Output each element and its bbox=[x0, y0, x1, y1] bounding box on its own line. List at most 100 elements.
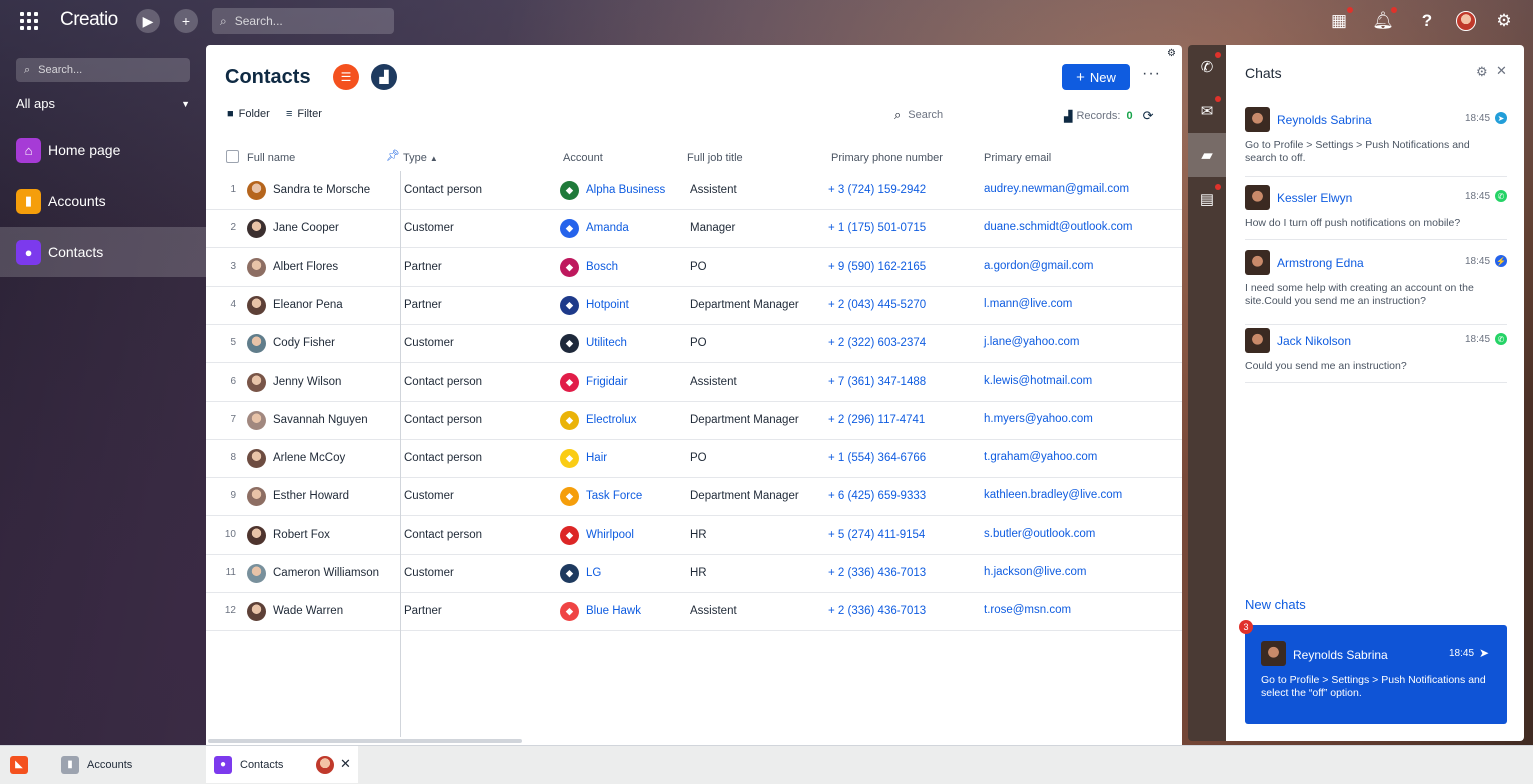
table-row[interactable]: 3 Albert Flores Partner ◆ Bosch PO + 9 (590) 1… bbox=[206, 249, 1182, 287]
chat-list-item[interactable]: Reynolds Sabrina 18:45 ➤ Go to Profile > Se… bbox=[1245, 107, 1507, 177]
sidebar-item-accounts[interactable]: ▮ Accounts bbox=[0, 176, 206, 226]
cell-phone-link[interactable]: + 2 (043) 445-5270 bbox=[828, 299, 926, 311]
cell-account-link[interactable]: Whirlpool bbox=[586, 529, 634, 541]
cell-account-link[interactable]: Utilitech bbox=[586, 337, 627, 349]
cell-email-link[interactable]: kathleen.bradley@live.com bbox=[984, 489, 1122, 501]
cell-job-title[interactable]: PO bbox=[690, 261, 707, 273]
cell-job-title[interactable]: Assistent bbox=[690, 376, 737, 388]
cell-email-link[interactable]: audrey.newman@gmail.com bbox=[984, 183, 1129, 195]
cell-job-title[interactable]: Assistent bbox=[690, 605, 737, 617]
add-button[interactable]: + bbox=[174, 9, 198, 33]
cell-type[interactable]: Partner bbox=[404, 299, 442, 311]
cell-job-title[interactable]: Department Manager bbox=[690, 299, 799, 311]
sidebar-item-home-page[interactable]: ⌂ Home page bbox=[0, 125, 206, 175]
cell-full-name[interactable]: Arlene McCoy bbox=[273, 452, 345, 464]
cell-phone-link[interactable]: + 1 (175) 501-0715 bbox=[828, 222, 926, 234]
cell-full-name[interactable]: Sandra te Morsche bbox=[273, 184, 370, 196]
analytics-view-button[interactable]: ▟ bbox=[371, 64, 397, 90]
table-row[interactable]: 1 Sandra te Morsche Contact person ◆ Alpha B… bbox=[206, 172, 1182, 210]
user-avatar[interactable] bbox=[1456, 11, 1476, 31]
select-all-checkbox[interactable] bbox=[226, 150, 239, 163]
cell-phone-link[interactable]: + 2 (336) 436-7013 bbox=[828, 605, 926, 617]
cell-type[interactable]: Contact person bbox=[404, 184, 482, 196]
cell-job-title[interactable]: PO bbox=[690, 452, 707, 464]
new-button[interactable]: + New bbox=[1062, 64, 1130, 90]
cell-type[interactable]: Customer bbox=[404, 567, 454, 579]
cell-phone-link[interactable]: + 1 (554) 364-6766 bbox=[828, 452, 926, 464]
table-row[interactable]: 12 Wade Warren Partner ◆ Blue Hawk Assistent +… bbox=[206, 593, 1182, 632]
column-header-full-name[interactable]: Full name bbox=[247, 152, 295, 164]
chat-contact-name[interactable]: Armstrong Edna bbox=[1277, 256, 1364, 270]
cell-full-name[interactable]: Wade Warren bbox=[273, 605, 343, 617]
close-icon[interactable]: ✕ bbox=[1496, 63, 1507, 79]
cell-type[interactable]: Partner bbox=[404, 605, 442, 617]
table-row[interactable]: 8 Arlene McCoy Contact person ◆ Hair PO + 1 (5… bbox=[206, 440, 1182, 479]
close-icon[interactable]: ✕ bbox=[340, 756, 351, 772]
table-row[interactable]: 10 Robert Fox Contact person ◆ Whirlpool HR + … bbox=[206, 517, 1182, 555]
frozen-column-divider[interactable] bbox=[400, 171, 401, 737]
cell-email-link[interactable]: l.mann@live.com bbox=[984, 298, 1072, 310]
sidebar-item-contacts[interactable]: ● Contacts bbox=[0, 227, 206, 277]
cell-email-link[interactable]: h.jackson@live.com bbox=[984, 566, 1086, 578]
cell-job-title[interactable]: HR bbox=[690, 529, 707, 541]
gear-icon[interactable]: ⚙ bbox=[1476, 64, 1488, 80]
pin-icon[interactable]: 📌︎ bbox=[386, 149, 400, 162]
cell-job-title[interactable]: Assistent bbox=[690, 184, 737, 196]
chat-list-item[interactable]: Armstrong Edna 18:45 ⚡ I need some help wit… bbox=[1245, 250, 1507, 325]
cell-email-link[interactable]: t.graham@yahoo.com bbox=[984, 451, 1097, 463]
cell-phone-link[interactable]: + 6 (425) 659-9333 bbox=[828, 490, 926, 502]
cell-account-link[interactable]: Hotpoint bbox=[586, 299, 629, 311]
taskbar-tab-contacts[interactable]: ● Contacts ✕ bbox=[206, 746, 358, 783]
cell-email-link[interactable]: s.butler@outlook.com bbox=[984, 528, 1095, 540]
table-row[interactable]: 6 Jenny Wilson Contact person ◆ Frigidair Ass… bbox=[206, 364, 1182, 402]
cell-account-link[interactable]: Amanda bbox=[586, 222, 629, 234]
cell-phone-link[interactable]: + 2 (296) 117-4741 bbox=[828, 414, 925, 426]
cell-full-name[interactable]: Cody Fisher bbox=[273, 337, 335, 349]
column-header-email[interactable]: Primary email bbox=[984, 152, 1051, 164]
cell-phone-link[interactable]: + 7 (361) 347-1488 bbox=[828, 376, 926, 388]
creatio-logo[interactable]: Creatio bbox=[60, 9, 118, 31]
folder-button[interactable]: ■ Folder bbox=[227, 108, 270, 120]
cell-email-link[interactable]: t.rose@msn.com bbox=[984, 604, 1071, 616]
cell-type[interactable]: Contact person bbox=[404, 452, 482, 464]
cell-full-name[interactable]: Savannah Nguyen bbox=[273, 414, 368, 426]
chat-list-item[interactable]: Kessler Elwyn 18:45 ✆ How do I turn off pus… bbox=[1245, 185, 1507, 240]
column-header-phone[interactable]: Primary phone number bbox=[831, 152, 943, 164]
table-row[interactable]: 9 Esther Howard Customer ◆ Task Force Departm… bbox=[206, 478, 1182, 517]
email-icon[interactable]: ✉ bbox=[1188, 89, 1226, 133]
cell-account-link[interactable]: Alpha Business bbox=[586, 184, 665, 196]
workplace-selector[interactable]: All aps ▼ bbox=[16, 96, 190, 111]
cell-email-link[interactable]: h.myers@yahoo.com bbox=[984, 413, 1093, 425]
global-search-input[interactable]: ⌕ Search... bbox=[212, 8, 394, 34]
page-settings-icon[interactable]: ⚙ bbox=[1167, 48, 1176, 59]
creatio-home-tab[interactable]: ◣ bbox=[10, 746, 34, 783]
column-header-type[interactable]: Type ▲ bbox=[403, 152, 438, 164]
cell-email-link[interactable]: k.lewis@hotmail.com bbox=[984, 375, 1092, 387]
cell-account-link[interactable]: Frigidair bbox=[586, 376, 628, 388]
cell-full-name[interactable]: Esther Howard bbox=[273, 490, 349, 502]
cell-email-link[interactable]: a.gordon@gmail.com bbox=[984, 260, 1093, 272]
feed-icon[interactable]: ▤ bbox=[1188, 177, 1226, 221]
chat-contact-name[interactable]: Jack Nikolson bbox=[1277, 334, 1351, 348]
cell-full-name[interactable]: Cameron Williamson bbox=[273, 567, 379, 579]
table-row[interactable]: 7 Savannah Nguyen Contact person ◆ Electrolu… bbox=[206, 402, 1182, 440]
cell-type[interactable]: Customer bbox=[404, 337, 454, 349]
list-view-button[interactable]: ☰ bbox=[333, 64, 359, 90]
cell-job-title[interactable]: Department Manager bbox=[690, 414, 799, 426]
phone-icon[interactable]: ✆ bbox=[1188, 45, 1226, 89]
apps-dashboard-icon[interactable]: ▦ bbox=[1329, 11, 1349, 31]
cell-phone-link[interactable]: + 2 (336) 436-7013 bbox=[828, 567, 926, 579]
cell-job-title[interactable]: Department Manager bbox=[690, 490, 799, 502]
chat-contact-name[interactable]: Reynolds Sabrina bbox=[1277, 113, 1372, 127]
chat-list-item[interactable]: Jack Nikolson 18:45 ✆ Could you send me an … bbox=[1245, 328, 1507, 383]
cell-type[interactable]: Contact person bbox=[404, 376, 482, 388]
cell-email-link[interactable]: j.lane@yahoo.com bbox=[984, 336, 1079, 348]
more-actions-button[interactable]: ··· bbox=[1142, 65, 1161, 83]
system-settings-icon[interactable]: ⚙ bbox=[1494, 11, 1514, 31]
horizontal-scrollbar[interactable] bbox=[208, 739, 522, 743]
cell-full-name[interactable]: Jane Cooper bbox=[273, 222, 339, 234]
refresh-icon[interactable]: ⟳ bbox=[1143, 108, 1154, 124]
cell-account-link[interactable]: Bosch bbox=[586, 261, 618, 273]
cell-job-title[interactable]: PO bbox=[690, 337, 707, 349]
cell-type[interactable]: Contact person bbox=[404, 414, 482, 426]
